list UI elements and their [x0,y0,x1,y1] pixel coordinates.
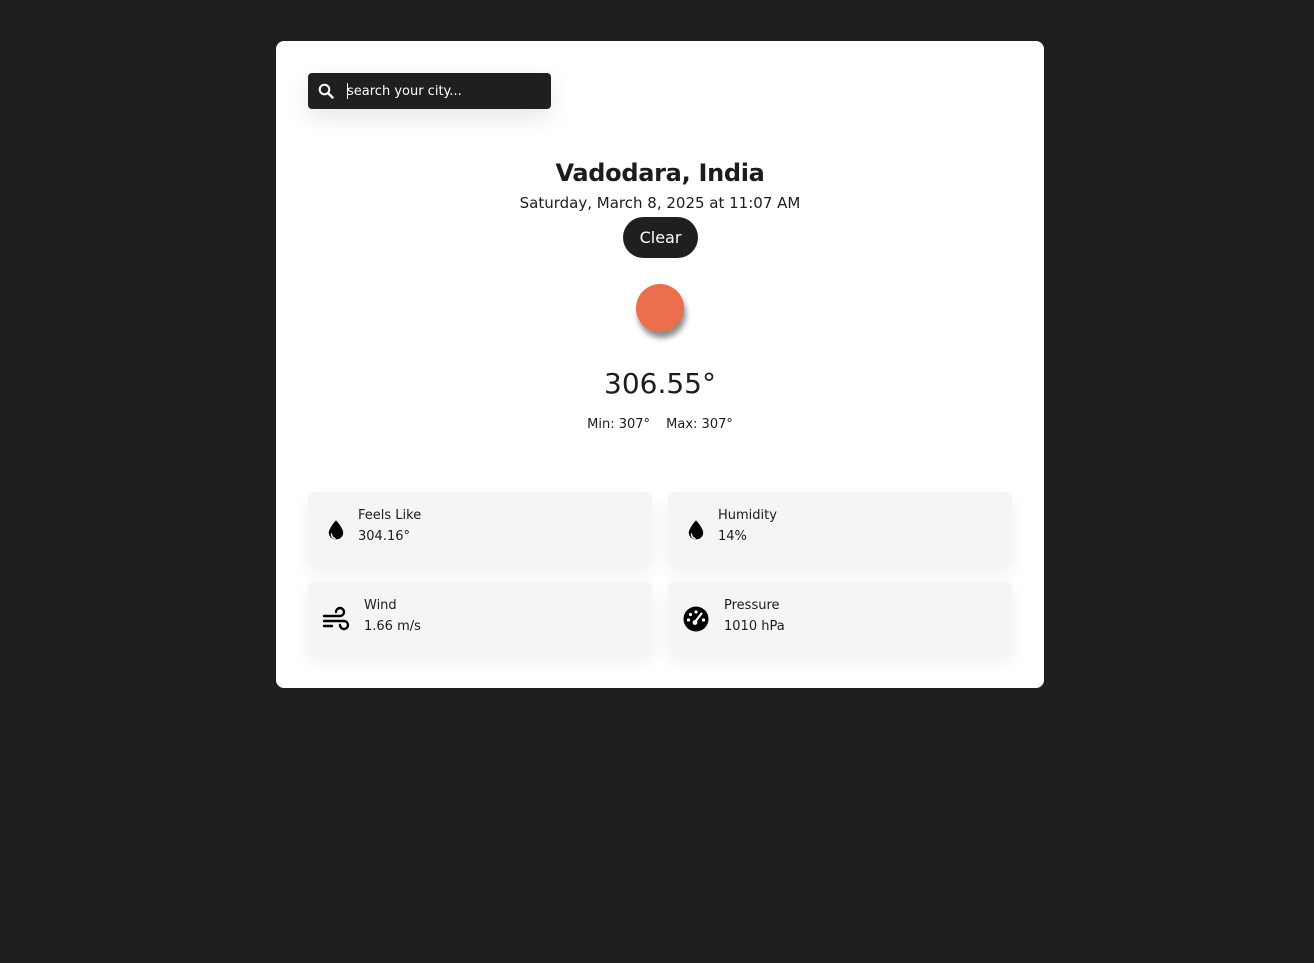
weather-card: Vadodara, India Saturday, March 8, 2025 … [276,41,1044,688]
humidity-value: 14% [718,529,747,544]
condition-badge: Clear [623,217,698,258]
droplet-icon [682,515,710,543]
pressure-value: 1010 hPa [724,619,785,634]
temperature: 306.55° [604,367,716,400]
max-temp: Max: 307° [666,417,733,432]
pressure-tile: Pressure 1010 hPa [668,582,1012,656]
city-name: Vadodara, India [555,159,765,187]
wind-icon [322,605,350,633]
wind-label: Wind [364,598,397,613]
text-cursor [347,83,348,99]
search-input[interactable] [347,83,537,99]
feels-like-tile: Feels Like 304.16° [308,492,652,566]
feels-like-value: 304.16° [358,529,410,544]
search-icon[interactable] [318,83,334,99]
wind-value: 1.66 m/s [364,619,421,634]
date-time: Saturday, March 8, 2025 at 11:07 AM [519,194,801,212]
humidity-tile: Humidity 14% [668,492,1012,566]
min-temp: Min: 307° [587,417,651,432]
search-bar[interactable] [308,73,551,109]
gauge-icon [682,605,710,633]
feels-like-label: Feels Like [358,508,422,523]
min-max: Min: 307° Max: 307° [276,417,1044,432]
droplet-icon [322,515,350,543]
pressure-label: Pressure [724,598,780,613]
humidity-label: Humidity [718,508,777,523]
sun-icon [636,284,684,332]
wind-tile: Wind 1.66 m/s [308,582,652,656]
